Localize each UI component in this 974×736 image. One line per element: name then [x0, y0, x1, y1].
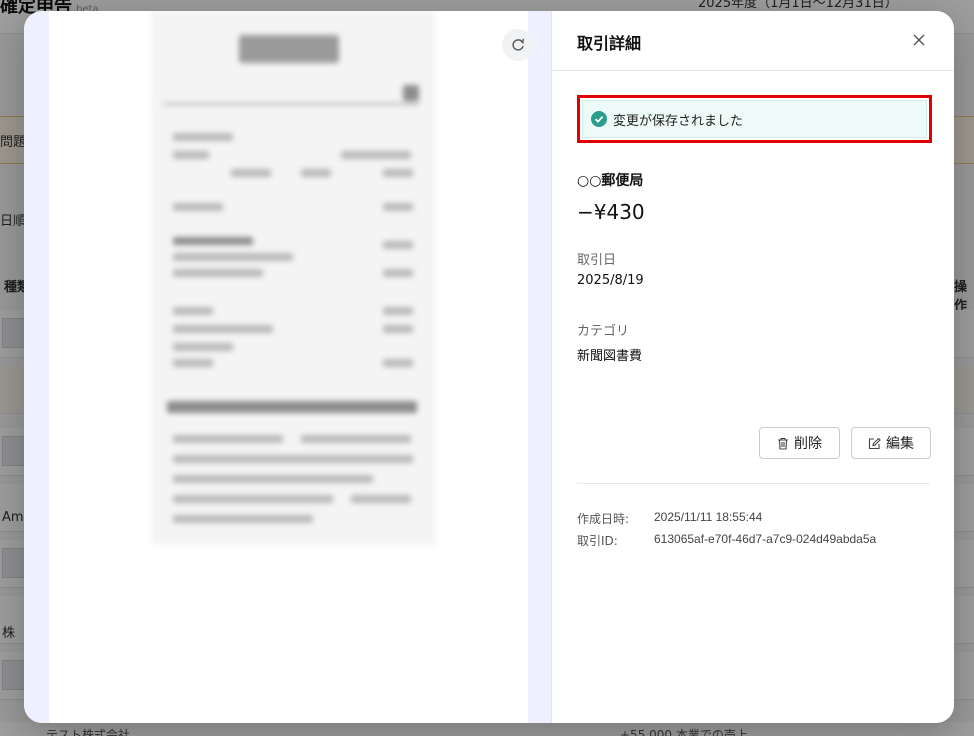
receipt-preview-pane	[24, 11, 551, 723]
edit-button-label: 編集	[886, 436, 914, 452]
transaction-amount: −¥430	[577, 200, 645, 224]
edit-button[interactable]: 編集	[851, 427, 931, 459]
save-success-message: 変更が保存されました	[613, 113, 744, 129]
receipt-preview-canvas	[49, 11, 528, 723]
category-value: 新聞図書費	[577, 349, 643, 364]
delete-button-label: 削除	[794, 436, 822, 452]
created-at-label: 作成日時:	[577, 512, 630, 526]
rotate-icon	[512, 38, 524, 51]
created-at-value: 2025/11/11 18:55:44	[654, 510, 763, 524]
detail-header: 取引詳細	[552, 11, 954, 71]
modal-title: 取引詳細	[577, 34, 642, 53]
vendor-name: ○○郵便局	[577, 173, 644, 189]
close-button[interactable]	[907, 28, 931, 52]
trash-icon	[778, 437, 788, 450]
delete-button[interactable]: 削除	[759, 427, 840, 459]
detail-panel: 取引詳細 変更が保存されました ○○郵便局 −¥430 取引日 2025/8/1…	[551, 11, 954, 723]
save-success-alert: 変更が保存されました	[577, 95, 932, 143]
transaction-detail-modal: 取引詳細 変更が保存されました ○○郵便局 −¥430 取引日 2025/8/1…	[24, 11, 954, 723]
transaction-id-label: 取引ID:	[577, 534, 618, 548]
divider	[577, 483, 930, 484]
date-label: 取引日	[577, 253, 617, 268]
category-label: カテゴリ	[577, 324, 630, 339]
check-circle-icon	[591, 111, 607, 127]
date-value: 2025/8/19	[577, 273, 644, 288]
rotate-button[interactable]	[502, 29, 534, 61]
transaction-id-value: 613065af-e70f-46d7-a7c9-024d49abda5a	[654, 532, 877, 546]
close-icon	[913, 34, 925, 46]
edit-icon	[868, 437, 881, 449]
receipt-image	[151, 11, 436, 545]
